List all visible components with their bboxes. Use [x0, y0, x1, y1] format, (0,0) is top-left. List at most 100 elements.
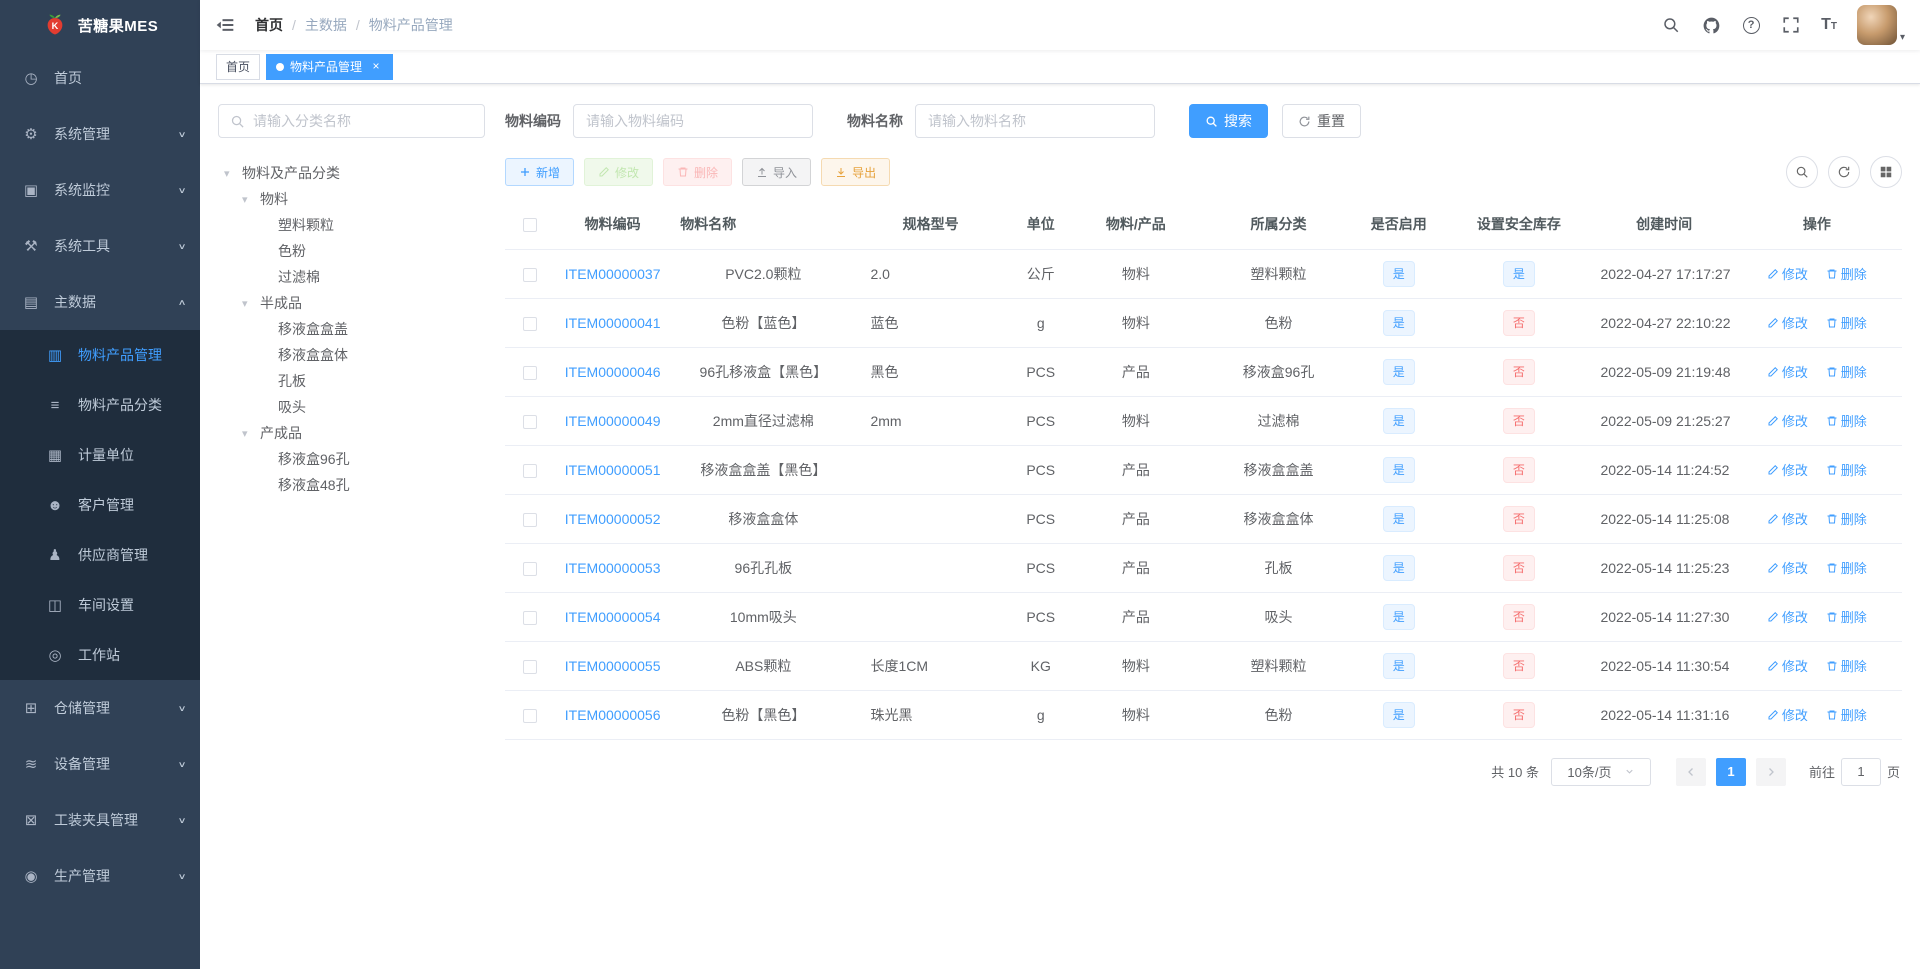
show-search-toggle-button[interactable]: [1786, 156, 1818, 188]
refresh-button[interactable]: [1828, 156, 1860, 188]
help-icon[interactable]: ?: [1741, 15, 1761, 35]
next-page-button[interactable]: [1755, 757, 1786, 786]
cell-material-code[interactable]: ITEM00000041: [565, 315, 661, 331]
github-icon[interactable]: [1701, 15, 1721, 35]
cell-material-code[interactable]: ITEM00000056: [565, 707, 661, 723]
export-button[interactable]: 导出: [821, 158, 891, 186]
prev-page-button[interactable]: [1675, 757, 1706, 786]
material-name-input[interactable]: [915, 104, 1155, 138]
select-all-checkbox[interactable]: [523, 218, 538, 233]
tree-node[interactable]: 色粉: [218, 238, 485, 264]
edit-link[interactable]: 修改: [1767, 313, 1808, 332]
fullscreen-icon[interactable]: [1781, 15, 1801, 35]
sidebar-item-workshop-settings[interactable]: ◫ 车间设置: [0, 580, 200, 630]
delete-button[interactable]: 删除: [663, 158, 733, 186]
sidebar-item-home[interactable]: ◷ 首页: [0, 50, 200, 106]
tree-node[interactable]: 移液盒盒体: [218, 342, 485, 368]
row-checkbox[interactable]: [523, 659, 538, 674]
cell-material-code[interactable]: ITEM00000053: [565, 560, 661, 576]
reset-button[interactable]: 重置: [1282, 104, 1361, 138]
sidebar-item-supplier-mgmt[interactable]: ♟ 供应商管理: [0, 530, 200, 580]
row-checkbox[interactable]: [523, 610, 538, 625]
cell-material-code[interactable]: ITEM00000054: [565, 609, 661, 625]
tab-material-product-mgmt[interactable]: 物料产品管理 ×: [266, 53, 394, 80]
tree-node[interactable]: 移液盒96孔: [218, 446, 485, 472]
tree-node[interactable]: 物料及产品分类: [218, 160, 485, 186]
page-size-select[interactable]: 10条/页: [1550, 757, 1651, 786]
app-logo[interactable]: K 苦糖果MES: [0, 0, 200, 50]
user-avatar[interactable]: [1856, 5, 1897, 45]
cell-material-code[interactable]: ITEM00000037: [565, 266, 661, 282]
tree-node[interactable]: 过滤棉: [218, 264, 485, 290]
user-menu[interactable]: ▾: [1856, 5, 1905, 45]
sidebar-item-material-product-category[interactable]: ≡ 物料产品分类: [0, 380, 200, 430]
delete-link[interactable]: 删除: [1826, 264, 1867, 283]
edit-button[interactable]: 修改: [584, 158, 654, 186]
close-icon[interactable]: ×: [369, 59, 383, 74]
sidebar-item-material-product-mgmt[interactable]: ▥ 物料产品管理: [0, 330, 200, 380]
sidebar-item-workstation[interactable]: ◎ 工作站: [0, 630, 200, 680]
tree-node[interactable]: 移液盒48孔: [218, 472, 485, 498]
cell-material-code[interactable]: ITEM00000055: [565, 658, 661, 674]
column-settings-button[interactable]: [1870, 156, 1902, 188]
breadcrumb-home[interactable]: 首页: [255, 15, 283, 35]
goto-page-input[interactable]: [1840, 757, 1881, 786]
sidebar-item-master-data[interactable]: ▤ 主数据 ∧: [0, 274, 200, 330]
material-code-input[interactable]: [573, 104, 813, 138]
cell-material-code[interactable]: ITEM00000052: [565, 511, 661, 527]
row-checkbox[interactable]: [523, 267, 538, 282]
delete-link[interactable]: 删除: [1826, 411, 1867, 430]
row-checkbox[interactable]: [523, 414, 538, 429]
row-checkbox[interactable]: [523, 708, 538, 723]
edit-link[interactable]: 修改: [1767, 607, 1808, 626]
edit-link[interactable]: 修改: [1767, 264, 1808, 283]
tree-node[interactable]: 塑料颗粒: [218, 212, 485, 238]
sidebar-item-customer-mgmt[interactable]: ☻ 客户管理: [0, 480, 200, 530]
delete-link[interactable]: 删除: [1826, 705, 1867, 724]
font-size-icon[interactable]: TT: [1821, 16, 1837, 34]
row-checkbox[interactable]: [523, 463, 538, 478]
page-number-1[interactable]: 1: [1715, 757, 1746, 786]
search-button[interactable]: 搜索: [1189, 104, 1268, 138]
tree-node[interactable]: 物料: [218, 186, 485, 212]
sidebar-item-system-tools[interactable]: ⚒ 系统工具 ∨: [0, 218, 200, 274]
delete-link[interactable]: 删除: [1826, 313, 1867, 332]
edit-link[interactable]: 修改: [1767, 705, 1808, 724]
edit-link[interactable]: 修改: [1767, 656, 1808, 675]
import-button[interactable]: 导入: [742, 158, 812, 186]
edit-link[interactable]: 修改: [1767, 411, 1808, 430]
sidebar-item-equipment-mgmt[interactable]: ≋ 设备管理 ∨: [0, 736, 200, 792]
sidebar-fold-icon[interactable]: [215, 14, 237, 36]
cell-material-code[interactable]: ITEM00000049: [565, 413, 661, 429]
row-checkbox[interactable]: [523, 512, 538, 527]
edit-link[interactable]: 修改: [1767, 460, 1808, 479]
cell-material-code[interactable]: ITEM00000051: [565, 462, 661, 478]
tree-node[interactable]: 吸头: [218, 394, 485, 420]
edit-link[interactable]: 修改: [1767, 558, 1808, 577]
tree-node[interactable]: 半成品: [218, 290, 485, 316]
edit-link[interactable]: 修改: [1767, 362, 1808, 381]
add-button[interactable]: 新增: [505, 158, 575, 186]
header-search-icon[interactable]: [1661, 15, 1681, 35]
row-checkbox[interactable]: [523, 316, 538, 331]
row-checkbox[interactable]: [523, 365, 538, 380]
delete-link[interactable]: 删除: [1826, 656, 1867, 675]
delete-link[interactable]: 删除: [1826, 362, 1867, 381]
sidebar-item-system-mgmt[interactable]: ⚙ 系统管理 ∨: [0, 106, 200, 162]
sidebar-item-warehouse-mgmt[interactable]: ⊞ 仓储管理 ∨: [0, 680, 200, 736]
tree-node[interactable]: 产成品: [218, 420, 485, 446]
delete-link[interactable]: 删除: [1826, 460, 1867, 479]
sidebar-item-system-monitor[interactable]: ▣ 系统监控 ∨: [0, 162, 200, 218]
sidebar-item-measure-unit[interactable]: ▦ 计量单位: [0, 430, 200, 480]
delete-link[interactable]: 删除: [1826, 509, 1867, 528]
category-search-input[interactable]: [253, 113, 473, 129]
tab-home[interactable]: 首页: [216, 53, 261, 80]
sidebar-item-fixture-mgmt[interactable]: ⊠ 工装夹具管理 ∨: [0, 792, 200, 848]
edit-link[interactable]: 修改: [1767, 509, 1808, 528]
tree-node[interactable]: 孔板: [218, 368, 485, 394]
tree-node[interactable]: 移液盒盒盖: [218, 316, 485, 342]
delete-link[interactable]: 删除: [1826, 558, 1867, 577]
row-checkbox[interactable]: [523, 561, 538, 576]
cell-material-code[interactable]: ITEM00000046: [565, 364, 661, 380]
delete-link[interactable]: 删除: [1826, 607, 1867, 626]
